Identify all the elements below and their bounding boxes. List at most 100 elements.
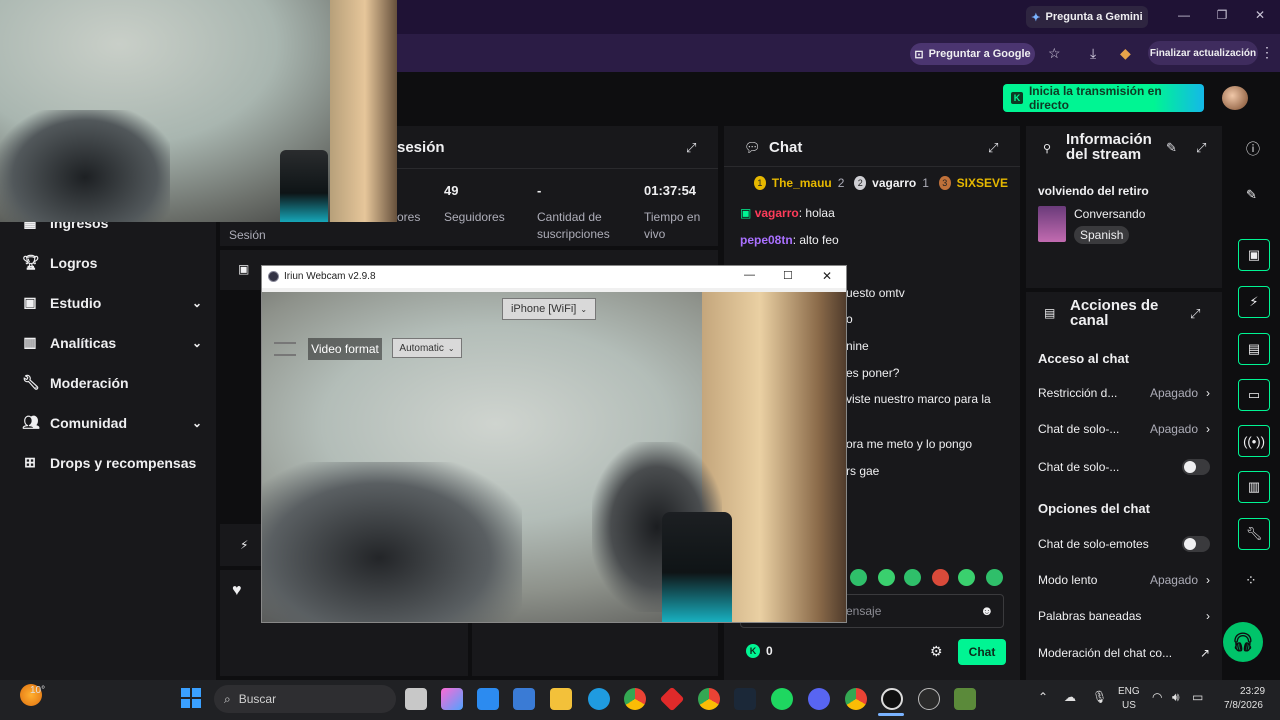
expand-icon[interactable]: ⤢ [1196,140,1206,156]
layout-icon[interactable]: ▥ [1238,471,1270,503]
copilot-icon[interactable] [441,688,463,710]
clock-time[interactable]: 23:29 [1240,686,1265,697]
followers-value: 49 [444,183,459,198]
app-icon[interactable] [918,688,940,710]
expand-icon[interactable]: ⤢ [686,140,696,156]
chrome-alt-icon[interactable] [845,688,867,710]
file-explorer-icon[interactable] [550,688,572,710]
document-icon[interactable]: ▤ [1238,333,1270,365]
maximize-icon[interactable]: ❐ [1213,8,1231,22]
pencil-icon[interactable]: ✎ [1246,187,1257,203]
clock-date[interactable]: 7/8/2026 [1224,700,1263,711]
sidebar-item-logros[interactable]: 🏆︎ Logros [22,254,202,271]
start-icon[interactable] [181,688,201,708]
chat-bubble-icon[interactable]: ▭ [1238,379,1270,411]
menu-icon[interactable]: ⋮ [1260,44,1274,61]
emote-icon[interactable] [986,569,1003,586]
action-row[interactable]: Restricción d... Apagado › [1038,386,1210,400]
expand-icon[interactable]: ⤢ [988,140,998,156]
category-thumbnail[interactable] [1038,206,1066,242]
emote-icon[interactable] [932,569,949,586]
language-top[interactable]: ENG [1118,686,1140,697]
action-label: Chat de solo-emotes [1038,537,1149,551]
volume-icon[interactable]: 🔊︎ [1172,690,1180,705]
close-icon[interactable]: ✕ [1251,8,1269,22]
camera-icon[interactable]: ▣ [1238,239,1270,271]
info-icon[interactable]: ⓘ [1246,139,1260,159]
sidebar-item-comunidad[interactable]: 👥︎ Comunidad ⌄ [22,414,202,431]
bookmark-star-icon[interactable]: ☆ [1048,45,1061,62]
gear-icon[interactable]: ⚙ [930,643,943,660]
chevron-up-icon[interactable]: ⌃ [1038,690,1048,704]
emote-icon[interactable] [958,569,975,586]
toggle-switch[interactable] [1182,459,1210,475]
broadcast-icon[interactable]: ((•)) [1238,425,1270,457]
minecraft-icon[interactable] [954,688,976,710]
top-chatter-name[interactable]: SIXSEVE [957,176,1008,190]
action-row[interactable]: Modo lento Apagado › [1038,573,1210,587]
category-name[interactable]: Conversando [1074,207,1145,221]
chat-username[interactable]: pepe08tn [740,233,793,247]
chat-username[interactable]: vagarro [755,206,799,220]
wrench-icon[interactable]: 🔧︎ [1238,518,1270,550]
microphone-icon[interactable]: 🎙︎ [1092,690,1107,704]
weather-temp: 10° [30,685,46,696]
download-icon[interactable]: ⤓ [1090,45,1096,62]
store-icon[interactable] [513,688,535,710]
sidebar-item-moderacion[interactable]: 🔧︎ Moderación [22,374,202,391]
chat-input-placeholder: ensaje [846,604,882,618]
obs-icon[interactable] [881,688,903,710]
hamburger-icon[interactable] [274,342,296,356]
sidebar-item-estudio[interactable]: ▣ Estudio ⌄ [22,294,202,311]
extension-icon[interactable]: ◆ [1120,45,1131,62]
divider [724,166,1020,167]
action-row[interactable]: Chat de solo-... Apagado › [1038,422,1210,436]
maximize-icon[interactable]: ☐ [783,269,793,282]
close-icon[interactable]: ✕ [822,269,832,283]
minimize-icon[interactable]: — [744,269,755,281]
go-live-button[interactable]: K Inicia la transmisión en directo [1003,84,1204,112]
minimize-icon[interactable]: — [1175,8,1193,22]
expand-icon[interactable]: ⤢ [1190,306,1200,322]
edge-icon[interactable] [588,688,610,710]
spotify-icon[interactable] [771,688,793,710]
device-select-value: iPhone [WiFi] [510,303,577,315]
action-row[interactable]: Moderación del chat co... ↗ [1038,646,1210,660]
ask-google-button[interactable]: ⊡ Preguntar a Google [910,43,1035,65]
sidebar-item-analiticas[interactable]: ▥ Analíticas ⌄ [22,334,202,351]
mail-icon[interactable] [477,688,499,710]
emote-icon[interactable] [904,569,921,586]
gemini-label: Pregunta a Gemini [1045,11,1143,23]
emote-icon[interactable] [878,569,895,586]
pencil-icon[interactable]: ✎ [1166,140,1177,156]
avatar[interactable] [1222,86,1248,110]
top-chatter-name[interactable]: The_mauu [772,176,832,190]
steam-icon[interactable] [734,688,756,710]
gemini-button[interactable]: ✦ Pregunta a Gemini [1026,6,1148,28]
wifi-icon[interactable]: ◠ [1152,690,1162,704]
top-chatter-name[interactable]: vagarro [872,176,916,190]
cloud-icon[interactable]: ☁ [1064,690,1076,704]
discord-icon[interactable] [808,688,830,710]
sidebar-item-drops[interactable]: ⊞ Drops y recompensas [22,454,202,471]
chrome-icon[interactable] [624,688,646,710]
language-bottom[interactable]: US [1122,700,1136,711]
emoji-icon[interactable]: ☻ [980,603,994,618]
lightning-icon[interactable]: ⚡︎ [1238,286,1270,318]
taskbar-search[interactable]: ⌕ Buscar [214,685,396,713]
send-chat-button[interactable]: Chat [958,639,1006,665]
lightning-icon: ⚡︎ [240,538,249,552]
emote-icon[interactable] [850,569,867,586]
help-headset-icon[interactable]: 🎧︎ [1223,622,1263,662]
action-row[interactable]: Palabras baneadas › [1038,609,1210,623]
chevron-right-icon: › [1206,386,1210,400]
kick-points-icon[interactable]: K [746,644,760,658]
chrome-profile-icon[interactable] [698,688,720,710]
battery-icon[interactable]: ▭ [1192,690,1203,704]
device-select[interactable]: iPhone [WiFi] ⌄ [502,298,596,320]
toggle-switch[interactable] [1182,536,1210,552]
video-format-select[interactable]: Automatic ⌄ [392,338,462,358]
update-button[interactable]: Finalizar actualización [1148,41,1258,65]
task-view-icon[interactable] [405,688,427,710]
apps-icon[interactable]: ⁘ [1245,572,1257,589]
